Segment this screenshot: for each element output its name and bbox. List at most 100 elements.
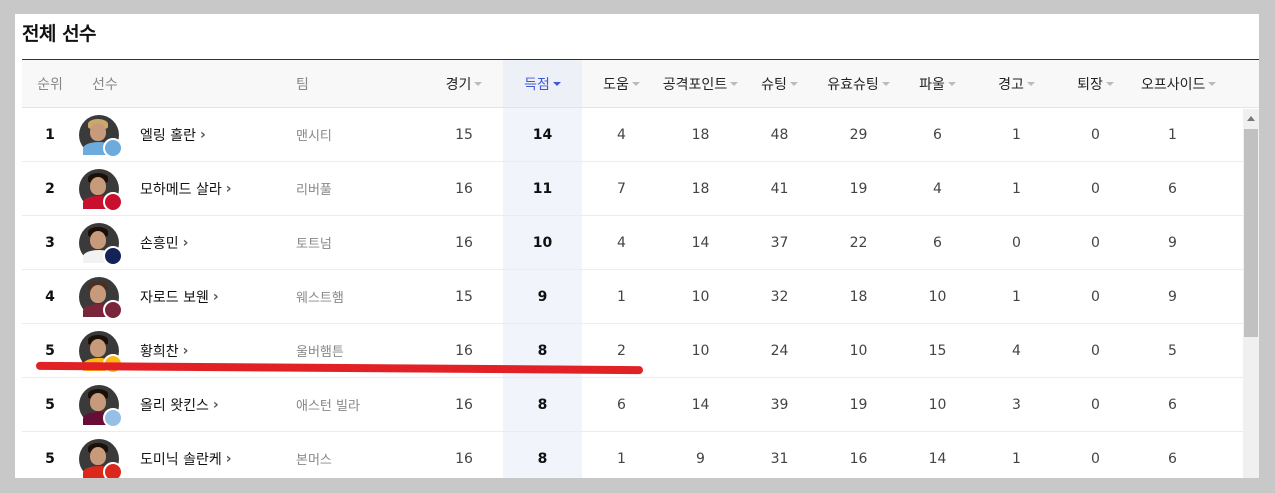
table-row[interactable]: 3 손흥민 › 토트넘 16 10 4 14 37 22 6 0 0 9 (22, 216, 1259, 270)
player-avatar[interactable] (79, 114, 123, 158)
player-name-link[interactable]: 모하메드 살라 › (140, 162, 293, 215)
chevron-right-icon[interactable]: › (183, 343, 189, 359)
chevron-right-icon[interactable]: › (226, 451, 232, 467)
player-avatar[interactable] (79, 438, 123, 478)
player-name-link[interactable]: 손흥민 › (140, 216, 293, 269)
shots-cell: 48 (770, 126, 789, 143)
avatar-cell (78, 432, 140, 478)
player-name-link[interactable]: 올리 왓킨스 › (140, 378, 293, 431)
col-fouls-header[interactable]: 파울 (898, 60, 977, 107)
player-ranking-panel: 전체 선수 순위 선수 팀 경기 득점 도움 공격포인트 슈팅 유효슈팅 파울 경고 퇴장 오프사이드 … (15, 14, 1259, 478)
col-offsides-header[interactable]: 오프사이드 (1135, 60, 1259, 107)
chevron-right-icon[interactable]: › (200, 127, 206, 143)
assists-cell: 1 (617, 288, 626, 305)
player-name[interactable]: 올리 왓킨스 (140, 395, 209, 415)
player-avatar[interactable] (79, 222, 123, 266)
col-yellow-cards-header-label: 경고 (998, 76, 1024, 93)
chevron-right-icon[interactable]: › (213, 397, 219, 413)
yellow-cards-cell: 1 (1012, 180, 1021, 197)
player-name[interactable]: 황희찬 (140, 341, 179, 361)
avatar-face (90, 122, 106, 141)
col-shots-on-target-header-label: 유효슈팅 (827, 76, 879, 93)
table-row[interactable]: 1 엘링 홀란 › 맨시티 15 14 4 18 48 29 6 1 0 1 (22, 108, 1259, 162)
yellow-cards-cell: 0 (1012, 234, 1021, 251)
col-goals-header-label: 득점 (524, 76, 550, 93)
player-name[interactable]: 엘링 홀란 (140, 125, 196, 145)
assists-cell: 1 (617, 450, 626, 467)
player-avatar[interactable] (79, 276, 123, 320)
games-cell: 15 (455, 288, 473, 305)
goals-cell: 8 (503, 378, 582, 431)
attack-points-cell: 14 (691, 396, 710, 413)
sort-caret-icon (730, 82, 739, 86)
goals-cell: 11 (503, 162, 582, 215)
player-name[interactable]: 도미닉 솔란케 (140, 449, 222, 469)
offsides-cell: 9 (1168, 234, 1177, 251)
scroll-up-arrow-icon[interactable] (1247, 116, 1255, 121)
table-row[interactable]: 5 올리 왓킨스 › 애스턴 빌라 16 8 6 14 39 19 10 3 0 6 (22, 378, 1259, 432)
col-shots-header[interactable]: 슈팅 (740, 60, 819, 107)
team-crest-icon (103, 407, 123, 428)
col-red-cards-header[interactable]: 퇴장 (1056, 60, 1135, 107)
team-crest-icon (103, 191, 123, 212)
table-row[interactable]: 4 자로드 보웬 › 웨스트햄 15 9 1 10 32 18 10 1 0 9 (22, 270, 1259, 324)
col-yellow-cards-header[interactable]: 경고 (977, 60, 1056, 107)
fouls-cell: 14 (928, 450, 947, 467)
player-name[interactable]: 모하메드 살라 (140, 179, 222, 199)
rank-cell: 1 (45, 126, 55, 143)
player-name[interactable]: 자로드 보웬 (140, 287, 209, 307)
rank-cell: 4 (45, 288, 55, 305)
goals-cell: 8 (503, 432, 582, 478)
attack-points-cell: 10 (691, 342, 710, 359)
col-attack-points-header-label: 공격포인트 (662, 76, 728, 93)
col-team-header-label: 팀 (296, 76, 309, 93)
rank-cell: 5 (45, 450, 55, 467)
games-cell: 16 (455, 180, 473, 197)
shots-on-target-cell: 19 (849, 180, 868, 197)
goals-cell: 9 (503, 270, 582, 323)
team-name: 리버풀 (296, 183, 332, 198)
goals-cell: 10 (503, 216, 582, 269)
col-games-header[interactable]: 경기 (425, 60, 503, 107)
attack-points-cell: 14 (691, 234, 710, 251)
assists-cell: 7 (617, 180, 626, 197)
player-name-link[interactable]: 엘링 홀란 › (140, 108, 293, 161)
avatar-face (90, 176, 106, 195)
rank-cell: 3 (45, 234, 55, 251)
offsides-cell: 5 (1168, 342, 1177, 359)
red-cards-cell: 0 (1091, 342, 1100, 359)
col-rank-header: 순위 (22, 60, 78, 107)
sort-caret-icon (947, 82, 956, 86)
red-cards-cell: 0 (1091, 180, 1100, 197)
games-cell: 16 (455, 396, 473, 413)
col-attack-points-header[interactable]: 공격포인트 (661, 60, 740, 107)
player-name-link[interactable]: 도미닉 솔란케 › (140, 432, 293, 478)
avatar-cell (78, 270, 140, 323)
yellow-cards-cell: 1 (1012, 450, 1021, 467)
vertical-scrollbar[interactable] (1243, 109, 1259, 478)
shots-cell: 41 (770, 180, 789, 197)
chevron-right-icon[interactable]: › (226, 181, 232, 197)
player-name-link[interactable]: 자로드 보웬 › (140, 270, 293, 323)
yellow-cards-cell: 1 (1012, 126, 1021, 143)
avatar-cell (78, 108, 140, 161)
col-shots-on-target-header[interactable]: 유효슈팅 (819, 60, 898, 107)
shots-on-target-cell: 10 (849, 342, 868, 359)
player-avatar[interactable] (79, 384, 123, 428)
table-row[interactable]: 5 도미닉 솔란케 › 본머스 16 8 1 9 31 16 14 1 0 6 (22, 432, 1259, 478)
scrollbar-thumb[interactable] (1244, 129, 1258, 337)
col-assists-header[interactable]: 도움 (582, 60, 661, 107)
red-cards-cell: 0 (1091, 126, 1100, 143)
avatar-face (90, 284, 106, 303)
sort-caret-icon (1105, 82, 1114, 86)
table-row[interactable]: 2 모하메드 살라 › 리버풀 16 11 7 18 41 19 4 1 0 6 (22, 162, 1259, 216)
chevron-right-icon[interactable]: › (213, 289, 219, 305)
chevron-right-icon[interactable]: › (183, 235, 189, 251)
avatar-face (90, 446, 106, 465)
col-goals-header[interactable]: 득점 (503, 60, 582, 107)
offsides-cell: 9 (1168, 288, 1177, 305)
player-name[interactable]: 손흥민 (140, 233, 179, 253)
sort-caret-icon (631, 82, 640, 86)
player-avatar[interactable] (79, 168, 123, 212)
team-crest-icon (103, 245, 123, 266)
